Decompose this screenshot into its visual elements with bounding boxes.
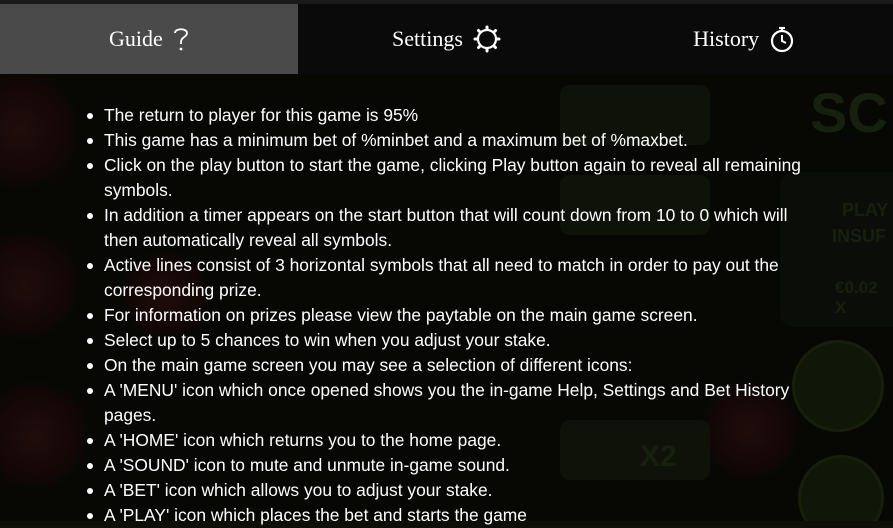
list-item: On the main game screen you may see a se… xyxy=(87,353,824,378)
stopwatch-icon xyxy=(769,25,795,53)
gear-icon xyxy=(473,25,501,53)
tab-guide[interactable]: Guide xyxy=(0,4,298,74)
list-item: A 'MENU' icon which once opened shows yo… xyxy=(87,378,824,428)
tab-bar: Guide Settings History xyxy=(0,0,893,74)
tab-settings[interactable]: Settings xyxy=(297,4,596,74)
list-item: The return to player for this game is 95… xyxy=(87,103,824,128)
list-item: Click on the play button to start the ga… xyxy=(87,153,824,203)
rules-list: The return to player for this game is 95… xyxy=(0,74,824,528)
list-item: Active lines consist of 3 horizontal sym… xyxy=(87,253,824,303)
tab-history-label: History xyxy=(693,26,760,51)
list-item: In addition a timer appears on the start… xyxy=(87,203,824,253)
list-item: For information on prizes please view th… xyxy=(87,303,824,328)
list-item: A 'HOME' icon which returns you to the h… xyxy=(87,428,824,453)
tab-settings-label: Settings xyxy=(392,26,463,51)
list-item: A 'BET' icon which allows you to adjust … xyxy=(87,478,824,503)
list-item: A 'PLAY' icon which places the bet and s… xyxy=(87,503,824,528)
tab-guide-label: Guide xyxy=(108,26,163,51)
tab-history[interactable]: History xyxy=(595,4,893,74)
guide-content: The return to player for this game is 95… xyxy=(0,74,893,525)
list-item: A 'SOUND' icon to mute and unmute in-gam… xyxy=(87,453,824,478)
list-item: This game has a minimum bet of %minbet a… xyxy=(87,128,824,153)
list-item: Select up to 5 chances to win when you a… xyxy=(87,328,824,353)
question-mark-icon xyxy=(173,26,189,52)
